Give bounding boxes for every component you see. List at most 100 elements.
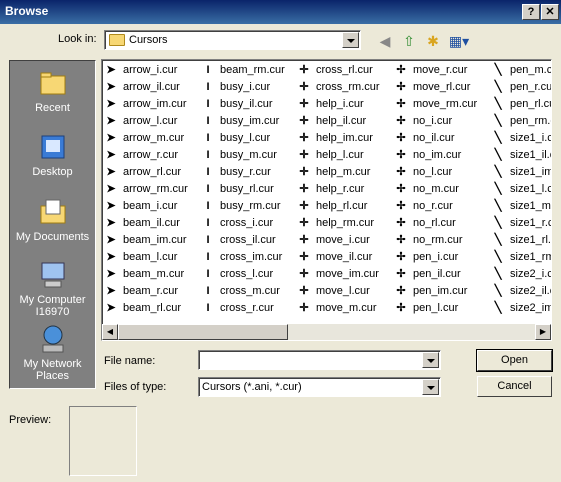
list-item[interactable]: Ibusy_i.cur <box>201 79 285 96</box>
list-item[interactable]: ➤ beam_i.cur <box>104 198 188 215</box>
list-item[interactable]: ✛ help_i.cur <box>297 96 380 113</box>
list-item[interactable]: ✢ no_im.cur <box>394 147 477 164</box>
place-network[interactable]: My Network Places <box>10 323 95 382</box>
list-item[interactable]: ✛ move_il.cur <box>297 249 380 266</box>
help-button[interactable]: ? <box>522 4 540 20</box>
list-item[interactable]: ➤ arrow_rm.cur <box>104 181 187 198</box>
chevron-down-icon[interactable] <box>422 352 439 368</box>
list-item[interactable]: Icross_im.cur <box>201 249 285 266</box>
list-item[interactable]: ✛ move_m.cur <box>297 300 380 317</box>
list-item[interactable]: ✛ help_rm.cur <box>297 215 380 232</box>
list-item[interactable]: ➤ beam_r.cur <box>104 283 188 300</box>
list-item[interactable]: ✢ move_rm.cur <box>394 96 477 113</box>
list-item[interactable]: Ibusy_im.cur <box>201 113 285 130</box>
cancel-button[interactable]: Cancel <box>477 376 552 397</box>
list-item[interactable]: ╲ size2_im.c <box>491 300 551 317</box>
list-item[interactable]: ✢ pen_il.cur <box>394 266 477 283</box>
list-item[interactable]: ✢ no_l.cur <box>394 164 477 181</box>
list-item[interactable]: ➤ arrow_il.cur <box>104 79 188 96</box>
list-item[interactable]: ✢ pen_im.cur <box>394 283 477 300</box>
list-item[interactable]: ✛ help_l.cur <box>297 147 380 164</box>
list-item[interactable]: ✢ no_il.cur <box>394 130 477 147</box>
list-item[interactable]: ✢ move_r.cur <box>394 62 477 79</box>
list-item[interactable]: ✢ no_rl.cur <box>394 215 477 232</box>
list-item[interactable]: ╲ size1_l.cur <box>491 181 551 198</box>
chevron-down-icon[interactable] <box>342 32 359 48</box>
place-recent[interactable]: Recent <box>10 67 95 114</box>
list-item[interactable]: ✢ no_m.cur <box>394 181 477 198</box>
list-item[interactable]: ✛ move_im.cur <box>297 266 380 283</box>
list-item[interactable]: Ibusy_rl.cur <box>201 181 285 198</box>
up-folder-icon[interactable]: ⇧ <box>399 31 419 51</box>
list-item[interactable]: ✛ help_im.cur <box>297 130 380 147</box>
list-item[interactable]: ➤ arrow_r.cur <box>104 147 188 164</box>
list-item[interactable]: ╲ size2_i.cur <box>491 266 551 283</box>
scroll-thumb[interactable] <box>118 324 288 340</box>
list-item[interactable]: ➤ beam_rl.cur <box>104 300 188 317</box>
list-item[interactable]: Ibusy_r.cur <box>201 164 285 181</box>
list-item[interactable]: ╲ size1_il.cur <box>491 147 551 164</box>
list-item[interactable]: ╲ size1_m.c <box>491 198 551 215</box>
list-item[interactable]: Icross_m.cur <box>201 283 285 300</box>
look-in-combo[interactable]: Cursors <box>104 30 361 50</box>
list-item[interactable]: ╲ pen_rm.cur <box>491 113 551 130</box>
file-name-input[interactable] <box>198 350 441 370</box>
back-arrow-icon[interactable]: ◀ <box>375 31 395 51</box>
list-item[interactable]: ✛ help_m.cur <box>297 164 380 181</box>
list-item[interactable]: Ibusy_m.cur <box>201 147 285 164</box>
files-of-type-select[interactable]: Cursors (*.ani, *.cur) <box>198 377 441 397</box>
list-item[interactable]: ✛ help_il.cur <box>297 113 380 130</box>
list-item[interactable]: ➤ arrow_im.cur <box>104 96 188 113</box>
chevron-down-icon[interactable] <box>422 379 439 395</box>
list-item[interactable]: ✢ no_r.cur <box>394 198 477 215</box>
list-item[interactable]: ╲ pen_r.cur <box>491 79 551 96</box>
list-item[interactable]: ➤ beam_l.cur <box>104 249 188 266</box>
place-my-documents[interactable]: My Documents <box>10 196 95 243</box>
list-item[interactable]: ╲ pen_rl.cur <box>491 96 551 113</box>
list-item[interactable]: ╲ size2_il.c <box>491 283 551 300</box>
list-item[interactable]: ╲ pen_m.cur <box>491 62 551 79</box>
list-item[interactable]: Ibusy_l.cur <box>201 130 285 147</box>
list-item[interactable]: ✛ cross_rl.cur <box>297 62 380 79</box>
list-item[interactable]: ✛ move_l.cur <box>297 283 380 300</box>
list-item[interactable]: ✛ cross_rm.cur <box>297 79 379 96</box>
list-item[interactable]: ╲ size1_rm. <box>491 249 551 266</box>
list-item[interactable]: ✢ pen_l.cur <box>394 300 477 317</box>
scroll-left-icon[interactable]: ◀ <box>102 324 118 340</box>
close-button[interactable]: ✕ <box>541 4 559 20</box>
open-button[interactable]: Open <box>476 349 553 372</box>
list-item[interactable]: ╲ size1_rl.cu <box>491 232 551 249</box>
list-item[interactable]: ✛ move_i.cur <box>297 232 380 249</box>
list-item[interactable]: Icross_l.cur <box>201 266 285 283</box>
list-item[interactable]: ╲ size1_im. <box>491 164 551 181</box>
list-item[interactable]: ✢ no_i.cur <box>394 113 477 130</box>
list-item[interactable]: ✛ help_r.cur <box>297 181 380 198</box>
list-item[interactable]: Icross_i.cur <box>201 215 285 232</box>
list-item[interactable]: ➤ arrow_rl.cur <box>104 164 188 181</box>
list-item[interactable]: Icross_il.cur <box>201 232 285 249</box>
list-item[interactable]: ✢ no_rm.cur <box>394 232 477 249</box>
list-item[interactable]: ╲ size1_i.cur <box>491 130 551 147</box>
file-name: beam_l.cur <box>123 251 178 263</box>
place-my-computer[interactable]: My Computer I16970 <box>10 259 95 318</box>
list-item[interactable]: ➤ beam_m.cur <box>104 266 188 283</box>
list-item[interactable]: ➤ beam_il.cur <box>104 215 188 232</box>
horizontal-scrollbar[interactable]: ◀ ▶ <box>102 324 551 340</box>
list-item[interactable]: ✢ move_rl.cur <box>394 79 477 96</box>
list-item[interactable]: ✢ pen_i.cur <box>394 249 477 266</box>
list-item[interactable]: Ibusy_rm.cur <box>201 198 285 215</box>
list-item[interactable]: ╲ size1_r.cu <box>491 215 551 232</box>
file-list[interactable]: ➤ arrow_i.cur ➤ arrow_il.cur ➤ arrow_im.cur ➤ a… <box>101 59 552 341</box>
list-item[interactable]: ✛ help_rl.cur <box>297 198 380 215</box>
list-item[interactable]: ➤ arrow_m.cur <box>104 130 188 147</box>
view-menu-icon[interactable]: ▦▾ <box>448 31 470 51</box>
place-desktop[interactable]: Desktop <box>10 131 95 178</box>
list-item[interactable]: Ibeam_rm.cur <box>201 62 284 79</box>
list-item[interactable]: ➤ beam_im.cur <box>104 232 188 249</box>
list-item[interactable]: Icross_r.cur <box>201 300 285 317</box>
list-item[interactable]: Ibusy_il.cur <box>201 96 285 113</box>
list-item[interactable]: ➤ arrow_l.cur <box>104 113 188 130</box>
new-folder-icon[interactable]: ✱ <box>423 31 443 51</box>
scroll-right-icon[interactable]: ▶ <box>535 324 551 340</box>
list-item[interactable]: ➤ arrow_i.cur <box>104 62 188 79</box>
